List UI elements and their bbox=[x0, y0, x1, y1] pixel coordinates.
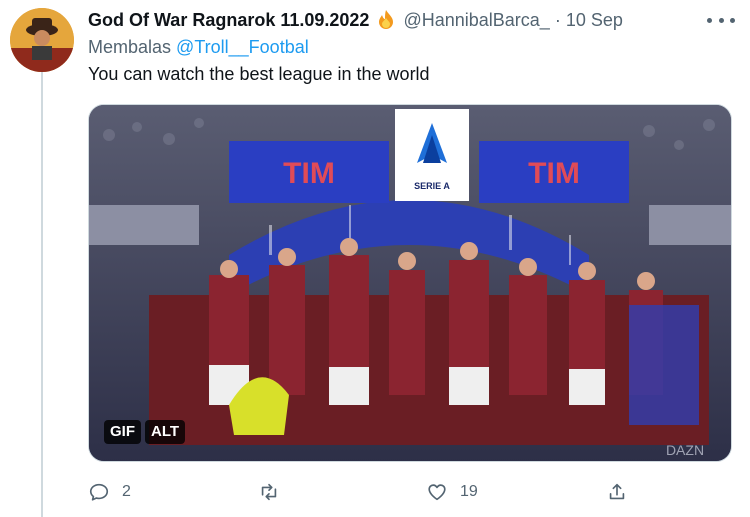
thread-line bbox=[41, 72, 43, 517]
timestamp[interactable]: 10 Sep bbox=[566, 10, 623, 31]
replying-to: Membalas @Troll__Footbal bbox=[88, 37, 309, 58]
tweet-header: God Of War Ragnarok 11.09.2022 @Hannibal… bbox=[88, 8, 623, 32]
alt-badge[interactable]: ALT bbox=[145, 420, 186, 444]
like-count: 19 bbox=[460, 483, 478, 500]
separator-dot: · bbox=[554, 9, 561, 30]
retweet-button[interactable] bbox=[258, 478, 292, 506]
heart-icon bbox=[428, 484, 446, 501]
media-badges: GIF ALT bbox=[104, 420, 186, 444]
logo-caption: SERIE A bbox=[414, 181, 450, 191]
tweet-text: You can watch the best league in the wor… bbox=[88, 64, 430, 84]
avatar[interactable] bbox=[10, 8, 74, 72]
tweet-media-gif[interactable]: TIM TIM SERIE A DAZN bbox=[88, 104, 732, 462]
display-name[interactable]: God Of War Ragnarok 11.09.2022 bbox=[88, 10, 369, 31]
retweet-icon bbox=[261, 483, 277, 501]
share-icon bbox=[609, 483, 625, 500]
replying-mention-link[interactable]: @Troll__Footbal bbox=[176, 37, 309, 57]
banner-text-right: TIM bbox=[528, 157, 580, 190]
replying-prefix: Membalas bbox=[88, 37, 172, 57]
tweet-actions: 2 19 bbox=[88, 478, 732, 506]
banner-text-left: TIM bbox=[283, 157, 335, 190]
like-button[interactable]: 19 bbox=[426, 478, 478, 506]
reply-icon bbox=[89, 483, 109, 501]
reply-count: 2 bbox=[122, 483, 131, 500]
fire-icon bbox=[375, 9, 397, 31]
gif-badge: GIF bbox=[104, 420, 141, 444]
svg-text:DAZN: DAZN bbox=[666, 442, 704, 458]
handle[interactable]: @HannibalBarca_ bbox=[403, 10, 549, 31]
reply-button[interactable]: 2 bbox=[88, 478, 131, 506]
share-button[interactable] bbox=[606, 478, 628, 506]
more-options-icon[interactable] bbox=[707, 10, 735, 30]
